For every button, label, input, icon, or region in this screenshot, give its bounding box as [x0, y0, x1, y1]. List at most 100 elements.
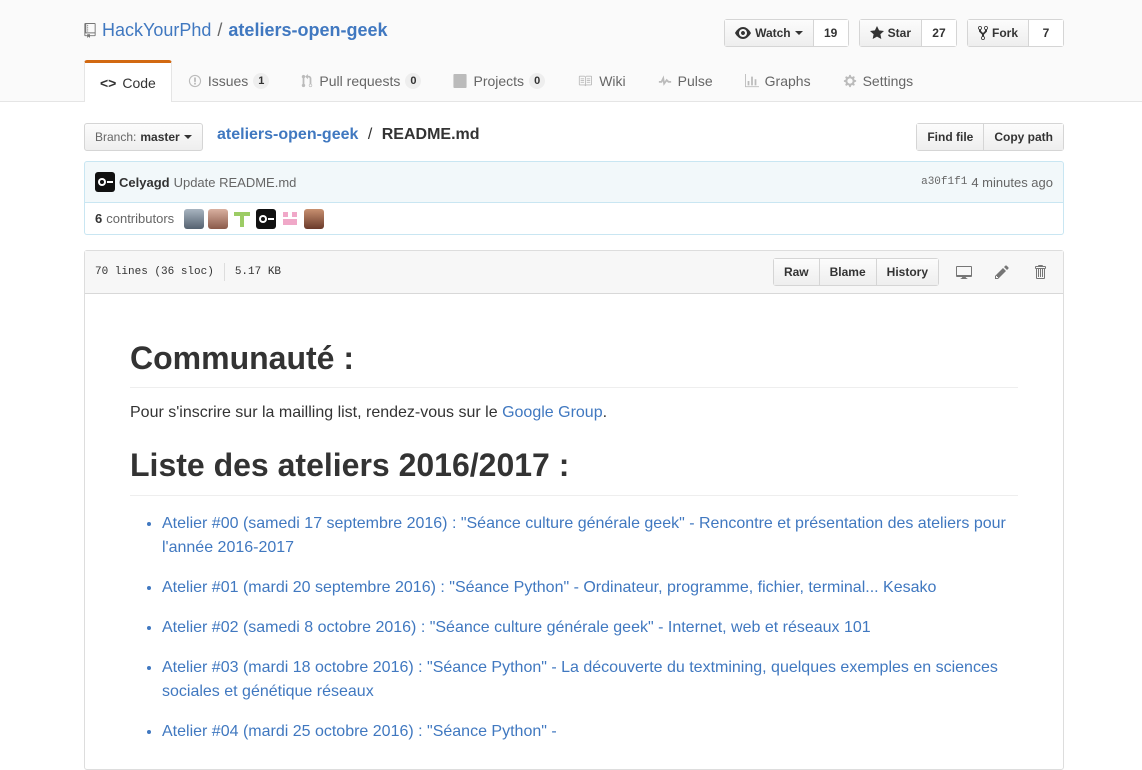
watch-group: Watch 19 — [724, 19, 849, 47]
file-lines: 70 lines (36 sloc) — [95, 266, 214, 278]
star-count[interactable]: 27 — [921, 20, 956, 46]
repo-title-separator: / — [217, 20, 223, 40]
file-nav-buttons: Find file Copy path — [916, 123, 1064, 151]
heading-ateliers: Liste des ateliers 2016/2017 : — [130, 446, 1018, 496]
code-icon: <> — [100, 74, 117, 91]
mailing-list-text: Pour s'inscrire sur la mailling list, re… — [130, 404, 503, 422]
breadcrumb: ateliers-open-geek / README.md — [217, 126, 480, 144]
atelier-link[interactable]: Atelier #00 (samedi 17 septembre 2016) :… — [162, 515, 1006, 556]
file-size: 5.17 KB — [234, 266, 282, 278]
pull-requests-counter: 0 — [405, 72, 422, 89]
list-item: Atelier #03 (mardi 18 octobre 2016) : "S… — [162, 656, 1018, 704]
tab-pulse-label: Pulse — [677, 72, 713, 89]
readme-content: Communauté : Pour s'inscrire sur la mail… — [85, 294, 1063, 744]
ateliers-list: Atelier #00 (samedi 17 septembre 2016) :… — [130, 512, 1018, 744]
atelier-link[interactable]: Atelier #03 (mardi 18 octobre 2016) : "S… — [162, 659, 998, 700]
contributors-count: 6 — [95, 211, 103, 226]
graph-icon — [744, 73, 759, 87]
google-group-link[interactable]: Google Group — [502, 404, 603, 421]
breadcrumb-repo-link[interactable]: ateliers-open-geek — [217, 126, 358, 143]
tab-pull-requests[interactable]: Pull requests 0 — [285, 60, 437, 100]
repo-title: HackYourPhd / ateliers-open-geek — [84, 20, 387, 41]
contributor-avatars — [184, 208, 325, 229]
repo-owner-link[interactable]: HackYourPhd — [102, 20, 211, 41]
file-info: 70 lines (36 sloc) 5.17 KB — [95, 263, 281, 281]
file-navigation: Branch: master ateliers-open-geek / READ… — [84, 123, 1064, 151]
atelier-link[interactable]: Atelier #02 (samedi 8 octobre 2016) : "S… — [162, 619, 871, 636]
pencil-icon[interactable] — [989, 259, 1015, 285]
heading-community: Communauté : — [130, 339, 1018, 389]
fork-group: Fork 7 — [966, 19, 1064, 47]
list-item: Atelier #00 (samedi 17 septembre 2016) :… — [162, 512, 1018, 560]
mailing-list-suffix: . — [602, 404, 608, 422]
tab-settings[interactable]: Settings — [827, 60, 930, 100]
avatar[interactable] — [232, 208, 253, 229]
tab-settings-label: Settings — [862, 72, 914, 89]
repo-nav: <> Code Issues 1 Pull requests 0 Project… — [84, 60, 929, 102]
eye-icon — [735, 27, 752, 39]
tab-issues[interactable]: Issues 1 — [172, 60, 286, 100]
project-icon — [453, 73, 468, 88]
raw-button[interactable]: Raw — [773, 259, 819, 285]
fork-button[interactable]: Fork — [967, 20, 1029, 46]
contributors-bar[interactable]: 6 contributors — [84, 203, 1064, 235]
tab-graphs[interactable]: Graphs — [729, 60, 827, 100]
breadcrumb-separator: / — [367, 126, 373, 143]
tab-wiki-label: Wiki — [599, 72, 626, 89]
star-group: Star 27 — [858, 19, 957, 47]
file-box: 70 lines (36 sloc) 5.17 KB Raw Blame His… — [84, 250, 1064, 770]
list-item: Atelier #04 (mardi 25 octobre 2016) : "S… — [162, 720, 1018, 744]
find-file-button[interactable]: Find file — [917, 124, 984, 150]
tab-code[interactable]: <> Code — [84, 60, 172, 102]
history-button[interactable]: History — [875, 259, 938, 285]
tab-projects[interactable]: Projects 0 — [437, 60, 561, 100]
tab-issues-label: Issues — [207, 72, 249, 89]
atelier-link[interactable]: Atelier #01 (mardi 20 septembre 2016) : … — [162, 579, 936, 596]
commit-author[interactable]: Celyagd — [119, 175, 170, 190]
file-actions: Raw Blame History — [772, 258, 1053, 286]
trash-icon[interactable] — [1027, 259, 1053, 285]
commit-sha[interactable]: a30f1f1 — [921, 176, 967, 188]
repo-actions: Watch 19 Star 27 Fork 7 — [724, 19, 1064, 47]
avatar[interactable] — [304, 208, 325, 229]
tab-pulse[interactable]: Pulse — [642, 60, 729, 100]
repo-name-link[interactable]: ateliers-open-geek — [228, 20, 387, 41]
blame-button[interactable]: Blame — [818, 259, 876, 285]
book-icon — [579, 75, 593, 86]
watch-label: Watch — [755, 26, 791, 40]
file-view-buttons: Raw Blame History — [772, 258, 939, 286]
commit-meta: a30f1f1 4 minutes ago — [921, 175, 1053, 190]
avatar[interactable] — [280, 208, 301, 229]
fork-count[interactable]: 7 — [1029, 20, 1063, 46]
tab-wiki[interactable]: Wiki — [561, 60, 641, 100]
copy-path-button[interactable]: Copy path — [983, 124, 1063, 150]
tab-graphs-label: Graphs — [764, 72, 811, 89]
atelier-link[interactable]: Atelier #04 (mardi 25 octobre 2016) : "S… — [162, 723, 557, 740]
tab-pull-requests-label: Pull requests — [319, 72, 401, 89]
star-button[interactable]: Star — [859, 20, 922, 46]
avatar[interactable] — [184, 208, 205, 229]
avatar[interactable] — [208, 208, 229, 229]
branch-name: master — [140, 130, 180, 144]
commit-message[interactable]: Update README.md — [174, 175, 297, 190]
repo-header: HackYourPhd / ateliers-open-geek Watch 1… — [0, 0, 1142, 102]
pull-request-icon — [302, 73, 313, 87]
avatar[interactable] — [95, 172, 115, 192]
file-header: 70 lines (36 sloc) 5.17 KB Raw Blame His… — [85, 251, 1063, 294]
star-icon — [869, 26, 884, 39]
desktop-icon[interactable] — [951, 259, 977, 285]
avatar[interactable] — [256, 208, 277, 229]
fork-label: Fork — [991, 26, 1018, 40]
issue-icon — [188, 74, 201, 87]
watch-button[interactable]: Watch — [725, 20, 814, 46]
gear-icon — [843, 74, 856, 87]
pulse-icon — [658, 74, 671, 86]
tab-projects-label: Projects — [473, 72, 525, 89]
mailing-list-paragraph: Pour s'inscrire sur la mailling list, re… — [130, 404, 1018, 422]
branch-select-button[interactable]: Branch: master — [84, 123, 203, 151]
projects-counter: 0 — [529, 72, 546, 89]
watch-count[interactable]: 19 — [813, 20, 848, 46]
fork-icon — [977, 25, 988, 41]
file-info-divider — [223, 263, 225, 281]
tab-code-label: Code — [122, 74, 156, 91]
